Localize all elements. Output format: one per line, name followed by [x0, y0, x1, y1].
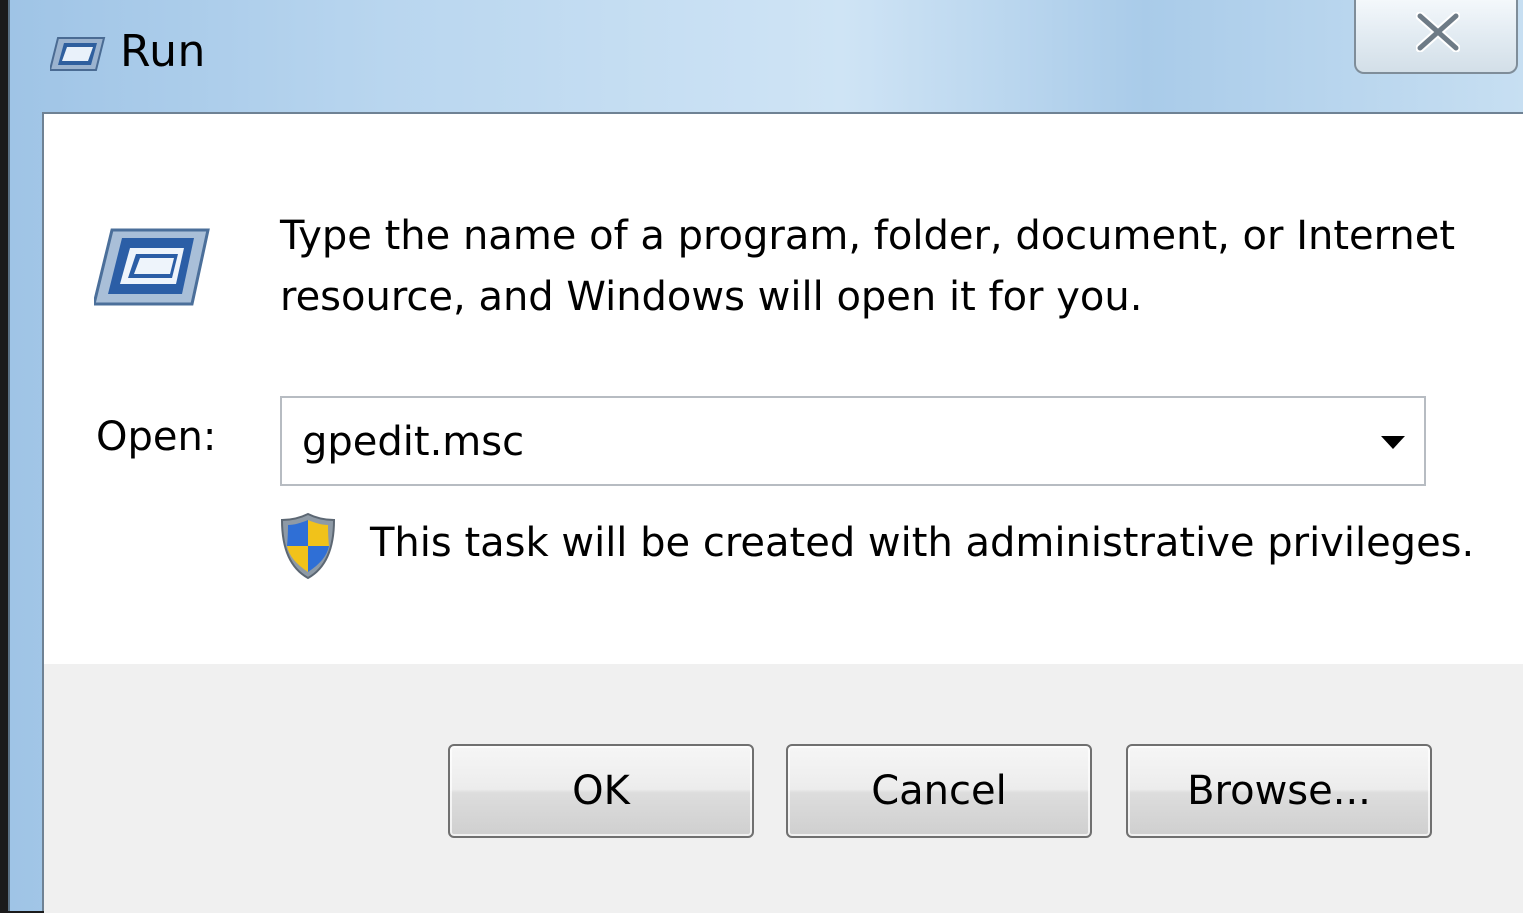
uac-shield-icon [280, 512, 336, 580]
run-dialog-window: Run Type the name of a program, folder, … [8, 0, 1523, 913]
dialog-description: Type the name of a program, folder, docu… [280, 213, 1456, 320]
close-icon [1416, 12, 1460, 52]
close-button[interactable] [1354, 0, 1518, 74]
run-program-icon [92, 226, 210, 310]
dropdown-button[interactable] [1364, 398, 1424, 484]
browse-button[interactable]: Browse... [1126, 744, 1432, 838]
run-icon [48, 34, 106, 74]
button-bar: OK Cancel Browse... [44, 664, 1523, 913]
cancel-button[interactable]: Cancel [786, 744, 1092, 838]
ok-button[interactable]: OK [448, 744, 754, 838]
dialog-body: Type the name of a program, folder, docu… [42, 112, 1523, 913]
title-bar[interactable]: Run [10, 0, 1523, 112]
open-combobox[interactable] [280, 396, 1426, 486]
dropdown-arrow-icon [1381, 436, 1405, 449]
window-title: Run [120, 26, 206, 77]
open-label: Open: [96, 414, 217, 460]
admin-notice: This task will be created with administr… [370, 520, 1475, 566]
open-input[interactable] [302, 414, 1342, 470]
